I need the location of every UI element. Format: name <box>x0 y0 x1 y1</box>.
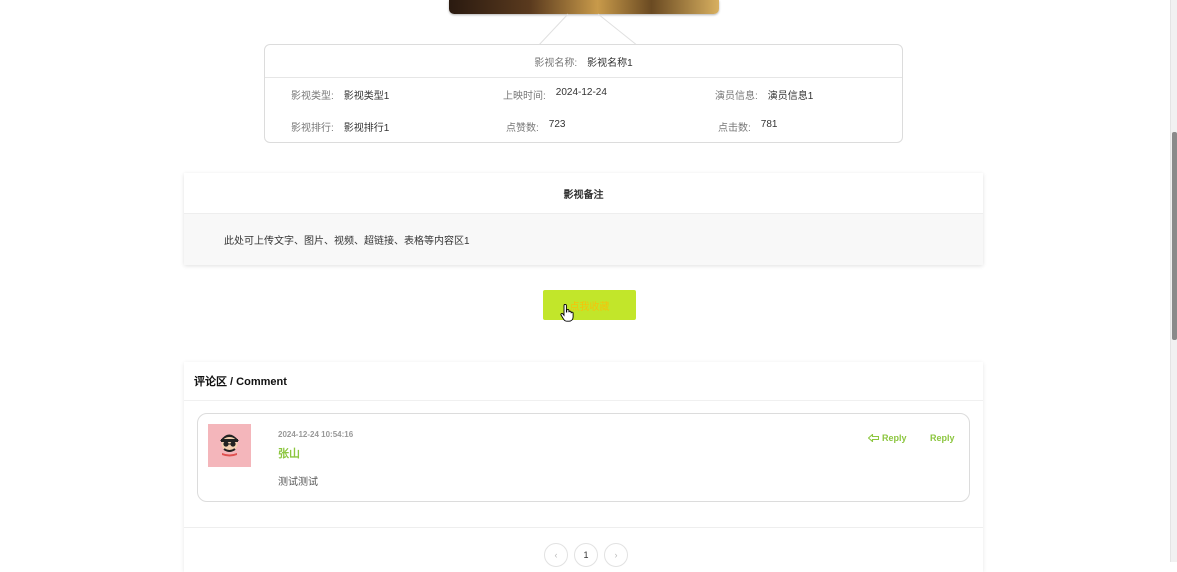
movie-name-row: 影视名称: 影视名称1 <box>265 45 902 78</box>
favorite-button[interactable]: 点我收藏 <box>543 290 636 320</box>
comment-section: 评论区 / Comment 2024-12-24 10:54:16 张山 测试测… <box>184 362 983 572</box>
page-scrollbar[interactable] <box>1170 0 1177 562</box>
likes-label: 点赞数: <box>506 123 539 134</box>
comment-section-title: 评论区 / Comment <box>184 362 983 401</box>
reply-with-icon-label: Reply <box>882 433 907 443</box>
info-row-2: 影视排行: 影视排行1 点赞数: 723 点击数: 781 <box>265 119 902 135</box>
comment-author[interactable]: 张山 <box>278 445 300 461</box>
release-date-value: 2024-12-24 <box>555 87 607 98</box>
avatar <box>208 424 251 467</box>
hand-cursor-icon <box>560 304 574 322</box>
remarks-panel: 影视备注 此处可上传文字、图片、视频、超链接、表格等内容区1 <box>184 173 983 265</box>
info-row-1: 影视类型: 影视类型1 上映时间: 2024-12-24 演员信息: 演员信息1 <box>265 87 902 103</box>
movie-type-cell: 影视类型: 影视类型1 <box>291 87 389 102</box>
clicks-cell: 点击数: 781 <box>718 119 777 134</box>
clicks-value: 781 <box>760 119 778 130</box>
release-date-label: 上映时间: <box>503 91 546 102</box>
comment-text: 测试测试 <box>278 477 318 488</box>
movie-rank-cell: 影视排行: 影视排行1 <box>291 119 389 134</box>
pagination: ‹ 1 › <box>544 543 628 567</box>
likes-cell: 点赞数: 723 <box>506 119 565 134</box>
actor-info-cell: 演员信息: 演员信息1 <box>715 87 813 102</box>
actor-info-label: 演员信息: <box>715 91 758 102</box>
movie-info-box: 影视名称: 影视名称1 影视类型: 影视类型1 上映时间: 2024-12-24… <box>264 44 903 143</box>
clicks-label: 点击数: <box>718 123 751 134</box>
prev-page-button[interactable]: ‹ <box>544 543 568 567</box>
remarks-title: 影视备注 <box>184 173 983 214</box>
comment-timestamp: 2024-12-24 10:54:16 <box>278 430 354 439</box>
scrollbar-thumb[interactable] <box>1172 132 1177 340</box>
likes-value: 723 <box>548 119 566 130</box>
movie-type-label: 影视类型: <box>291 91 334 102</box>
comment-item: 2024-12-24 10:54:16 张山 测试测试 Reply Reply <box>197 413 970 502</box>
movie-type-value: 影视类型1 <box>343 91 390 102</box>
release-date-cell: 上映时间: 2024-12-24 <box>503 87 607 102</box>
comment-divider <box>184 527 983 528</box>
page-number-button[interactable]: 1 <box>574 543 598 567</box>
movie-rank-label: 影视排行: <box>291 123 334 134</box>
reply-button[interactable]: Reply <box>930 433 955 443</box>
actor-info-value: 演员信息1 <box>767 91 814 102</box>
poster-connector-lines <box>537 13 639 46</box>
remarks-content: 此处可上传文字、图片、视频、超链接、表格等内容区1 <box>184 214 983 265</box>
movie-name-value: 影视名称1 <box>587 57 633 69</box>
movie-name-label: 影视名称: <box>534 57 578 69</box>
next-page-button[interactable]: › <box>604 543 628 567</box>
reply-arrow-icon <box>868 434 879 442</box>
movie-rank-value: 影视排行1 <box>343 123 390 134</box>
reply-with-icon-button[interactable]: Reply <box>868 433 907 443</box>
user-avatar-icon <box>220 434 239 457</box>
